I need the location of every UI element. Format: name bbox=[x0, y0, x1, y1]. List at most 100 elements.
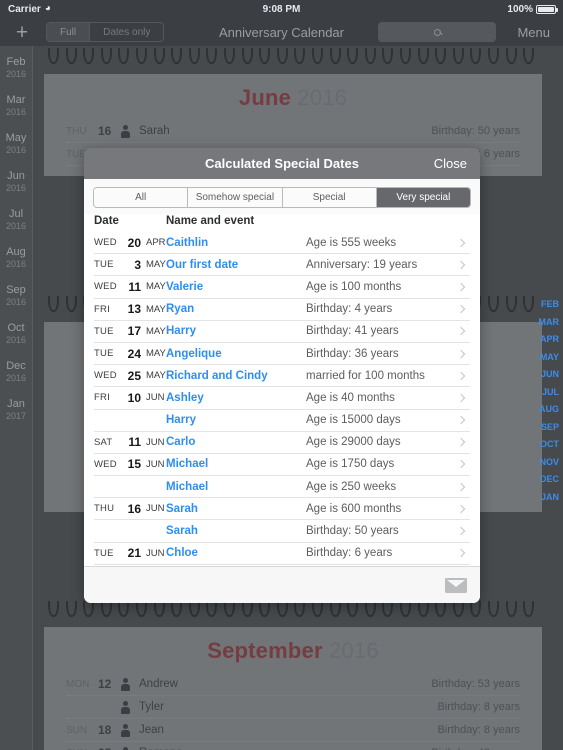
filter-option[interactable]: Somehow special bbox=[187, 188, 282, 207]
row-day: 16 bbox=[127, 501, 141, 516]
row-day: 10 bbox=[127, 390, 141, 405]
month-sidebar-month: Jul bbox=[8, 208, 24, 220]
add-button[interactable]: + bbox=[0, 22, 44, 43]
row-month: JUN bbox=[146, 392, 165, 404]
month-sidebar-item[interactable]: Mar 2016 bbox=[0, 94, 32, 118]
search-icon bbox=[433, 28, 441, 36]
row-weekday: FRI bbox=[94, 392, 110, 404]
table-row[interactable]: WED 25 MAY Richard and Cindy married for 100… bbox=[94, 365, 470, 388]
month-sidebar-item[interactable]: Jul 2016 bbox=[0, 208, 32, 232]
table-row[interactable]: THU 16 JUN Sarah Age is 600 months bbox=[94, 498, 470, 521]
month-index-item[interactable]: DEC bbox=[533, 471, 559, 489]
month-sidebar-item[interactable]: Jun 2016 bbox=[0, 170, 32, 194]
row-name: Our first date bbox=[166, 258, 239, 271]
row-day: 24 bbox=[127, 346, 141, 361]
table-row[interactable]: TUE 17 MAY Harry Birthday: 41 years bbox=[94, 321, 470, 343]
row-event: Age is 250 weeks bbox=[306, 480, 397, 493]
month-index-item[interactable]: JUL bbox=[533, 384, 559, 402]
month-index-item[interactable]: MAR bbox=[533, 314, 560, 332]
table-row[interactable]: WED 15 JUN Michael Age is 1750 days bbox=[94, 454, 470, 477]
month-sidebar-item[interactable]: Oct 2016 bbox=[0, 322, 32, 346]
row-month: JUN bbox=[146, 436, 165, 448]
month-index-item[interactable]: JAN bbox=[533, 489, 559, 507]
month-sidebar-year: 2016 bbox=[5, 107, 27, 117]
table-row[interactable]: TUE 21 JUN Chloe Birthday: 6 years bbox=[94, 543, 470, 565]
month-index-item[interactable]: SEP bbox=[533, 419, 559, 437]
month-index-item[interactable]: AUG bbox=[533, 401, 559, 419]
menu-button[interactable]: Menu bbox=[517, 25, 550, 40]
close-button[interactable]: Close bbox=[434, 156, 467, 171]
table-row[interactable]: SAT 11 JUN Carlo Age is 29000 days bbox=[94, 432, 470, 454]
month-sidebar-month: Oct bbox=[7, 322, 25, 334]
row-weekday: WED bbox=[94, 370, 117, 382]
month-sidebar-item[interactable]: Feb 2016 bbox=[0, 56, 32, 80]
month-index-item[interactable]: JUN bbox=[533, 366, 559, 384]
chevron-right-icon bbox=[456, 327, 466, 336]
table-row[interactable]: TUE 24 MAY Angelique Birthday: 36 years bbox=[94, 343, 470, 366]
row-event: Birthday: 50 years bbox=[306, 525, 399, 538]
row-month: JUN bbox=[146, 458, 165, 470]
row-event: Age is 1750 days bbox=[306, 458, 395, 471]
chevron-right-icon bbox=[456, 415, 466, 425]
row-name: Valerie bbox=[166, 280, 204, 293]
row-month: MAY bbox=[146, 348, 166, 360]
table-row[interactable]: Harry Age is 15000 days bbox=[94, 410, 470, 432]
chevron-right-icon bbox=[456, 393, 466, 403]
month-sidebar-item[interactable]: Aug 2016 bbox=[0, 246, 32, 270]
row-month: MAY bbox=[146, 259, 166, 271]
month-index-item[interactable]: NOV bbox=[533, 454, 559, 472]
filter-segmented-control-wrap: All Somehow special Special Very special bbox=[84, 179, 480, 214]
month-sidebar-item[interactable]: May 2016 bbox=[0, 132, 32, 156]
row-event: Birthday: 41 years bbox=[306, 325, 399, 338]
filter-segmented-control[interactable]: All Somehow special Special Very special bbox=[93, 187, 471, 208]
row-name: Angelique bbox=[166, 347, 222, 360]
filter-option[interactable]: Special bbox=[281, 188, 376, 207]
month-index[interactable]: FEB MAR APR MAY JUN JUL AUG SEP OCT NOV DEC JAN bbox=[533, 296, 560, 507]
envelope-icon[interactable] bbox=[445, 577, 467, 593]
row-day: 21 bbox=[127, 546, 141, 561]
row-name: Harry bbox=[166, 325, 197, 338]
month-sidebar[interactable]: Feb 2016 Mar 2016 May 2016 Jun 2016 Jul 2016 Aug 20… bbox=[0, 46, 33, 750]
row-event: Birthday: 6 years bbox=[306, 547, 393, 560]
month-index-item[interactable]: MAY bbox=[533, 349, 559, 367]
chevron-right-icon bbox=[456, 260, 466, 270]
chevron-right-icon bbox=[456, 482, 466, 491]
month-sidebar-item[interactable]: Sep 2016 bbox=[0, 284, 32, 308]
row-name: Chloe bbox=[166, 547, 198, 560]
row-day: 25 bbox=[127, 368, 141, 383]
row-event: Age is 29000 days bbox=[306, 436, 401, 449]
row-month: APR bbox=[146, 237, 166, 249]
month-index-item[interactable]: OCT bbox=[533, 436, 559, 454]
view-mode-segmented-control[interactable]: Full Dates only bbox=[46, 22, 165, 42]
table-row[interactable]: TUE 3 MAY Our first date Anniversary: 19 yea… bbox=[94, 254, 470, 277]
table-row[interactable]: Sarah Birthday: 50 years bbox=[94, 520, 470, 543]
row-month: MAY bbox=[146, 281, 166, 293]
view-mode-option[interactable]: Dates only bbox=[89, 23, 163, 41]
row-name: Michael bbox=[166, 480, 209, 493]
month-index-item[interactable]: FEB bbox=[533, 296, 559, 314]
month-sidebar-item[interactable]: Dec 2016 bbox=[0, 360, 32, 384]
row-month: MAY bbox=[146, 325, 166, 337]
month-sidebar-month: Mar bbox=[6, 94, 26, 106]
row-name: Caithlin bbox=[166, 236, 209, 249]
month-sidebar-item[interactable]: Jan 2017 bbox=[0, 398, 32, 422]
filter-option[interactable]: Very special bbox=[375, 188, 470, 207]
month-sidebar-year: 2016 bbox=[5, 69, 27, 79]
table-row[interactable]: WED 20 APR Caithlin Age is 555 weeks bbox=[94, 232, 470, 255]
special-dates-list[interactable]: WED 20 APR Caithlin Age is 555 weeks TUE 3 MAY O… bbox=[84, 232, 480, 582]
filter-option[interactable]: All bbox=[94, 188, 188, 207]
month-sidebar-month: Sep bbox=[6, 284, 26, 296]
month-sidebar-month: May bbox=[5, 132, 27, 144]
row-name: Harry bbox=[166, 414, 197, 427]
table-row[interactable]: FRI 13 MAY Ryan Birthday: 4 years bbox=[94, 299, 470, 321]
view-mode-option[interactable]: Full bbox=[47, 23, 90, 41]
search-input[interactable] bbox=[378, 22, 496, 42]
app-root: June 2016 THU 16 Sarah Birthday: 50 years TU… bbox=[0, 0, 563, 750]
table-row[interactable]: Michael Age is 250 weeks bbox=[94, 476, 470, 499]
table-row[interactable]: WED 11 MAY Valerie Age is 100 months bbox=[94, 276, 470, 299]
table-row[interactable]: FRI 10 JUN Ashley Age is 40 months bbox=[94, 387, 470, 410]
row-day: 11 bbox=[128, 435, 141, 450]
chevron-right-icon bbox=[456, 438, 466, 447]
app-toolbar: + Full Dates only Anniversary Calendar Me… bbox=[0, 18, 563, 46]
month-index-item[interactable]: APR bbox=[533, 331, 559, 349]
